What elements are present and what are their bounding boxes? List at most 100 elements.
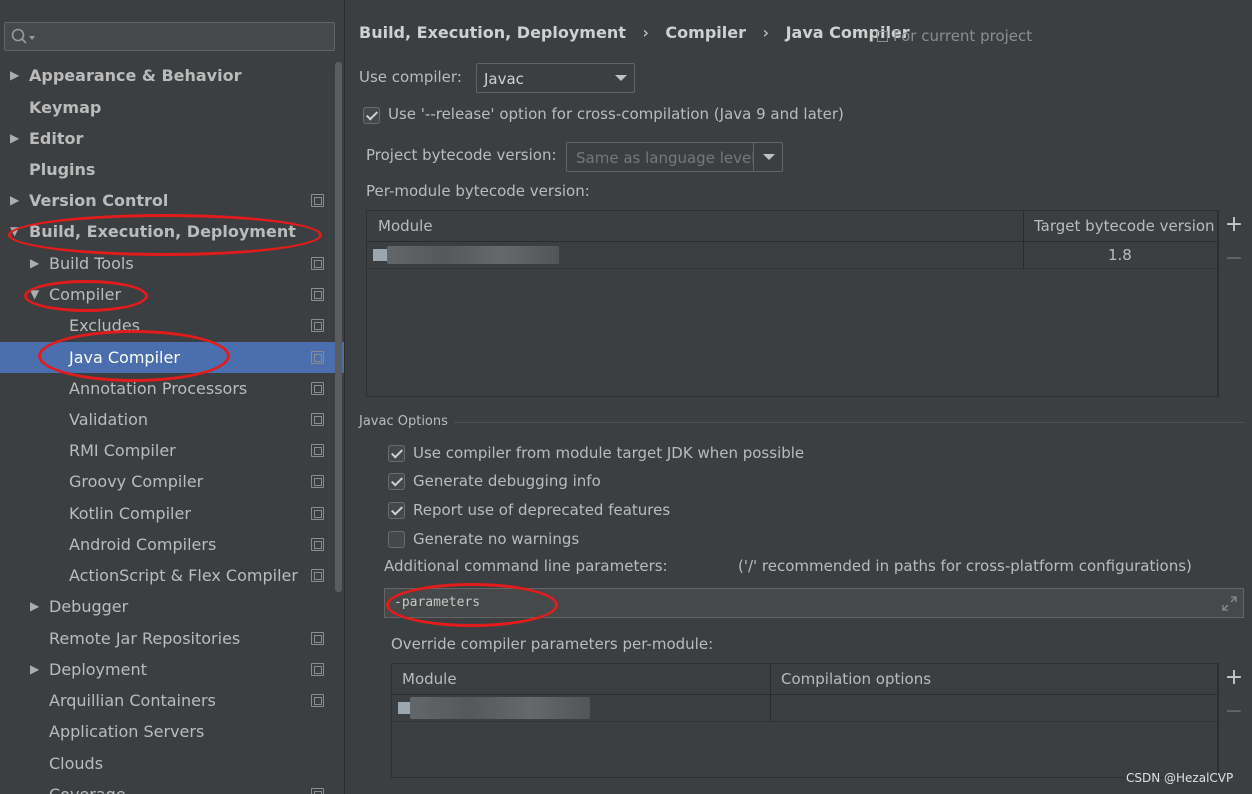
sidebar-item-arquillian-containers[interactable]: Arquillian Containers <box>0 685 344 716</box>
module-folder-icon <box>398 702 410 714</box>
expand-arrow-icon[interactable]: ▶ <box>30 591 44 622</box>
sidebar-item-groovy-compiler[interactable]: Groovy Compiler <box>0 466 344 497</box>
remove-icon[interactable]: − <box>1219 246 1249 271</box>
project-scope-icon <box>311 507 324 520</box>
chevron-down-icon <box>763 154 775 160</box>
breadcrumb-separator: › <box>762 23 769 42</box>
add-icon[interactable]: + <box>1219 665 1249 690</box>
sidebar-item-appearance[interactable]: ▶ Appearance & Behavior <box>0 60 344 91</box>
annotation-circle <box>386 583 558 627</box>
remove-icon[interactable]: − <box>1219 699 1249 724</box>
project-scope-icon <box>311 319 324 332</box>
sidebar-item-deployment[interactable]: ▶ Deployment <box>0 654 344 685</box>
sidebar-item-debugger[interactable]: ▶ Debugger <box>0 591 344 622</box>
project-scope-icon <box>311 351 324 364</box>
generate-no-warnings-checkbox[interactable] <box>388 531 405 548</box>
use-module-jdk-checkbox[interactable] <box>388 445 405 462</box>
search-input[interactable] <box>4 22 335 51</box>
breadcrumb: Build, Execution, Deployment › Compiler … <box>359 23 910 42</box>
module-name-redacted <box>387 246 559 264</box>
expand-arrow-icon[interactable]: ▶ <box>30 654 44 685</box>
expand-arrow-icon[interactable]: ▶ <box>10 185 24 216</box>
project-bytecode-label: Project bytecode version: <box>366 146 557 164</box>
sidebar-item-coverage[interactable]: Coverage <box>0 779 344 794</box>
project-scope-icon <box>311 569 324 582</box>
sidebar-item-validation[interactable]: Validation <box>0 404 344 435</box>
sidebar-item-version-control[interactable]: ▶ Version Control <box>0 185 344 216</box>
table-header: Module Target bytecode version <box>367 211 1217 242</box>
module-name-redacted <box>410 697 590 719</box>
sidebar-item-editor[interactable]: ▶ Editor <box>0 123 344 154</box>
release-option-checkbox[interactable] <box>363 107 380 124</box>
generate-debugging-info-checkbox[interactable] <box>388 473 405 490</box>
generate-no-warnings-label: Generate no warnings <box>413 530 580 548</box>
expand-arrow-icon[interactable]: ▶ <box>10 60 24 91</box>
column-header-module[interactable]: Module <box>402 670 457 688</box>
bytecode-version-cell[interactable]: 1.8 <box>1108 246 1132 264</box>
breadcrumb-item[interactable]: Compiler <box>665 23 746 42</box>
chevron-down-icon <box>615 75 627 81</box>
project-scope-icon <box>311 382 324 395</box>
breadcrumb-item[interactable]: Build, Execution, Deployment <box>359 23 626 42</box>
project-bytecode-dropdown[interactable]: Same as language level <box>566 142 783 172</box>
sidebar-item-keymap[interactable]: Keymap <box>0 92 344 123</box>
bytecode-table-toolbar: + − <box>1218 210 1248 397</box>
project-scope-icon <box>311 194 324 207</box>
sidebar-item-clouds[interactable]: Clouds <box>0 748 344 779</box>
annotation-circle <box>38 330 230 382</box>
project-scope-icon <box>311 257 324 270</box>
add-icon[interactable]: + <box>1219 212 1249 237</box>
sidebar-item-remote-jar-repositories[interactable]: Remote Jar Repositories <box>0 623 344 654</box>
release-option-label: Use '--release' option for cross-compila… <box>388 105 844 123</box>
additional-params-hint: ('/' recommended in paths for cross-plat… <box>738 557 1192 575</box>
expand-arrow-icon[interactable]: ▶ <box>30 248 44 279</box>
project-scope-icon <box>311 663 324 676</box>
per-module-bytecode-label: Per-module bytecode version: <box>366 182 590 200</box>
annotation-circle <box>8 214 322 256</box>
search-icon <box>11 28 35 44</box>
breadcrumb-separator: › <box>642 23 649 42</box>
report-deprecated-label: Report use of deprecated features <box>413 501 671 519</box>
expand-arrow-icon[interactable]: ▶ <box>10 123 24 154</box>
column-header-compilation-options[interactable]: Compilation options <box>781 670 931 688</box>
sidebar-item-android-compilers[interactable]: Android Compilers <box>0 529 344 560</box>
scope-indicator: For current project <box>877 27 1032 45</box>
settings-sidebar: ▶ Appearance & Behavior Keymap ▶ Editor … <box>0 0 345 794</box>
java-compiler-settings-panel: Build, Execution, Deployment › Compiler … <box>346 0 1252 794</box>
project-scope-icon <box>311 632 324 645</box>
watermark: CSDN @HezalCVP <box>1126 771 1234 785</box>
override-params-table: Module Compilation options <box>391 663 1218 778</box>
column-header-module[interactable]: Module <box>378 217 433 235</box>
column-header-target-bytecode[interactable]: Target bytecode version <box>1034 217 1215 235</box>
project-scope-icon <box>311 694 324 707</box>
sidebar-item-rmi-compiler[interactable]: RMI Compiler <box>0 435 344 466</box>
sidebar-item-application-servers[interactable]: Application Servers <box>0 716 344 747</box>
project-scope-icon <box>311 288 324 301</box>
bytecode-version-table: Module Target bytecode version 1.8 <box>366 210 1218 397</box>
use-module-jdk-label: Use compiler from module target JDK when… <box>413 444 805 462</box>
additional-params-label: Additional command line parameters: <box>384 557 668 575</box>
use-compiler-dropdown[interactable]: Javac <box>476 63 635 93</box>
project-scope-icon <box>311 444 324 457</box>
override-params-label: Override compiler parameters per-module: <box>391 635 714 653</box>
sidebar-item-plugins[interactable]: Plugins <box>0 154 344 185</box>
generate-debugging-info-label: Generate debugging info <box>413 472 601 490</box>
project-scope-icon <box>311 538 324 551</box>
override-table-toolbar: + − <box>1218 663 1248 778</box>
table-header: Module Compilation options <box>392 664 1217 695</box>
table-row[interactable] <box>392 695 1217 722</box>
sidebar-item-actionscript-flex-compiler[interactable]: ActionScript & Flex Compiler <box>0 560 344 591</box>
annotation-circle <box>24 280 148 312</box>
use-compiler-label: Use compiler: <box>359 68 462 86</box>
report-deprecated-checkbox[interactable] <box>388 502 405 519</box>
project-scope-icon <box>311 788 324 794</box>
sidebar-scrollbar[interactable] <box>335 62 342 592</box>
table-row[interactable]: 1.8 <box>367 242 1217 269</box>
expand-icon[interactable] <box>1221 595 1238 612</box>
sidebar-item-kotlin-compiler[interactable]: Kotlin Compiler <box>0 498 344 529</box>
project-scope-icon <box>311 413 324 426</box>
javac-options-title: Javac Options <box>359 414 448 429</box>
module-folder-icon <box>373 249 387 261</box>
project-scope-icon <box>877 31 888 42</box>
project-scope-icon <box>311 475 324 488</box>
